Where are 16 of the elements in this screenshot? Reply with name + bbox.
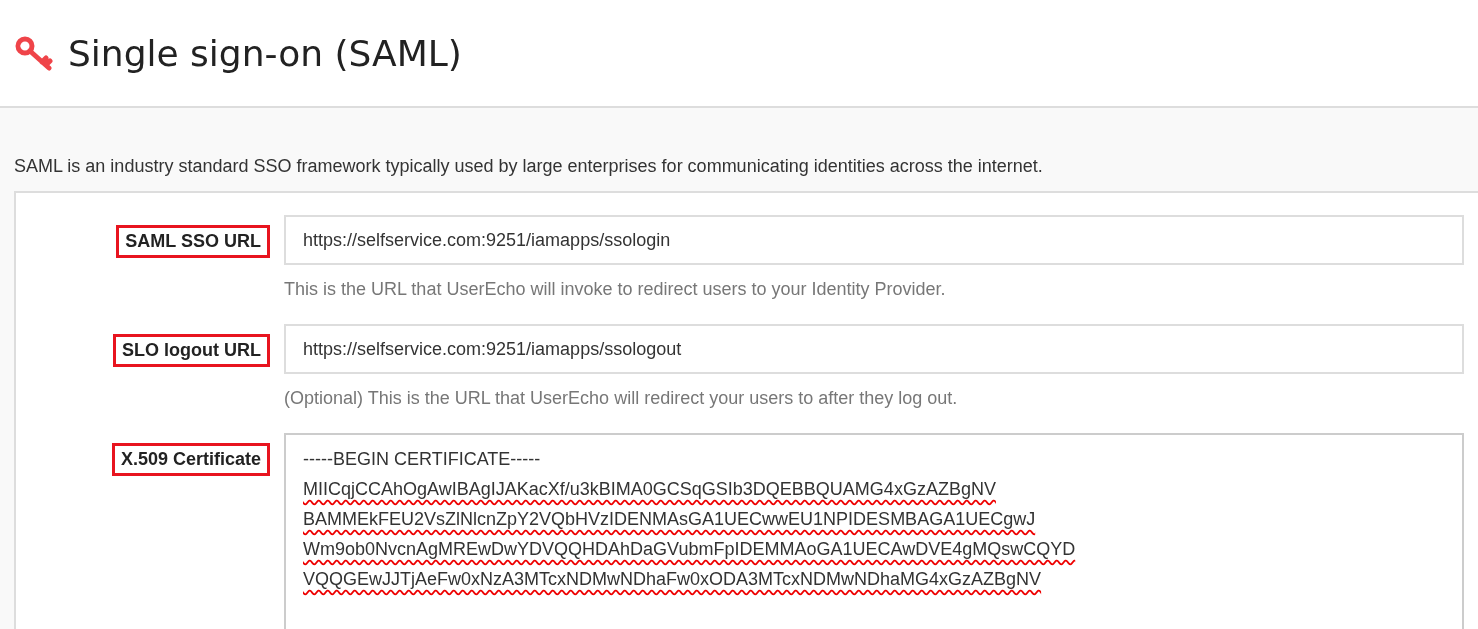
certificate-field[interactable] (284, 433, 1464, 629)
field-label: SAML SSO URL (116, 225, 270, 258)
field-label: X.509 Certificate (111, 443, 270, 476)
certificate-line: Wm9ob0NvcnAgMREwDwYDVQQHDAhDaGVubmFpIDEMMAoGA1UECAwDVE4gMQswCQYD (303, 538, 1077, 561)
help-text: (Optional) This is the URL that UserEcho will redirect your users to after they log out. (284, 388, 959, 409)
certificate-line: VQQGEwJJTjAeFw0xNzA3MTcxNDMwNDhaFw0xODA3MTcxNDMwNDhaMG4xGzAZBgNV (303, 568, 1043, 591)
certificate-line: -----BEGIN CERTIFICATE----- (303, 448, 542, 471)
key-icon (14, 35, 54, 71)
field-label: SLO logout URL (113, 334, 270, 367)
certificate-line: MIICqjCCAhOgAwIBAgIJAKacXf/u3kBIMA0GCSqGSIb3DQEBBQUAMG4xGzAZBgNV (303, 478, 997, 501)
description-text: SAML is an industry standard SSO framework typically used by large enterprises for communicating identities across the internet. (14, 156, 1044, 177)
help-text: This is the URL that UserEcho will invoke to redirect users to your Identity Provider. (284, 279, 947, 300)
certificate-line: BAMMEkFEU2VsZlNlcnZpY2VQbHVzIDENMAsGA1UECwwEU1NPIDESMBAGA1UECgwJ (303, 508, 1037, 531)
url-field[interactable]: https://selfservice.com:9251/iamapps/ssologout (284, 324, 1464, 374)
url-field[interactable]: https://selfservice.com:9251/iamapps/ssologin (284, 215, 1464, 265)
page-title: Single sign-on (SAML) (68, 32, 462, 74)
